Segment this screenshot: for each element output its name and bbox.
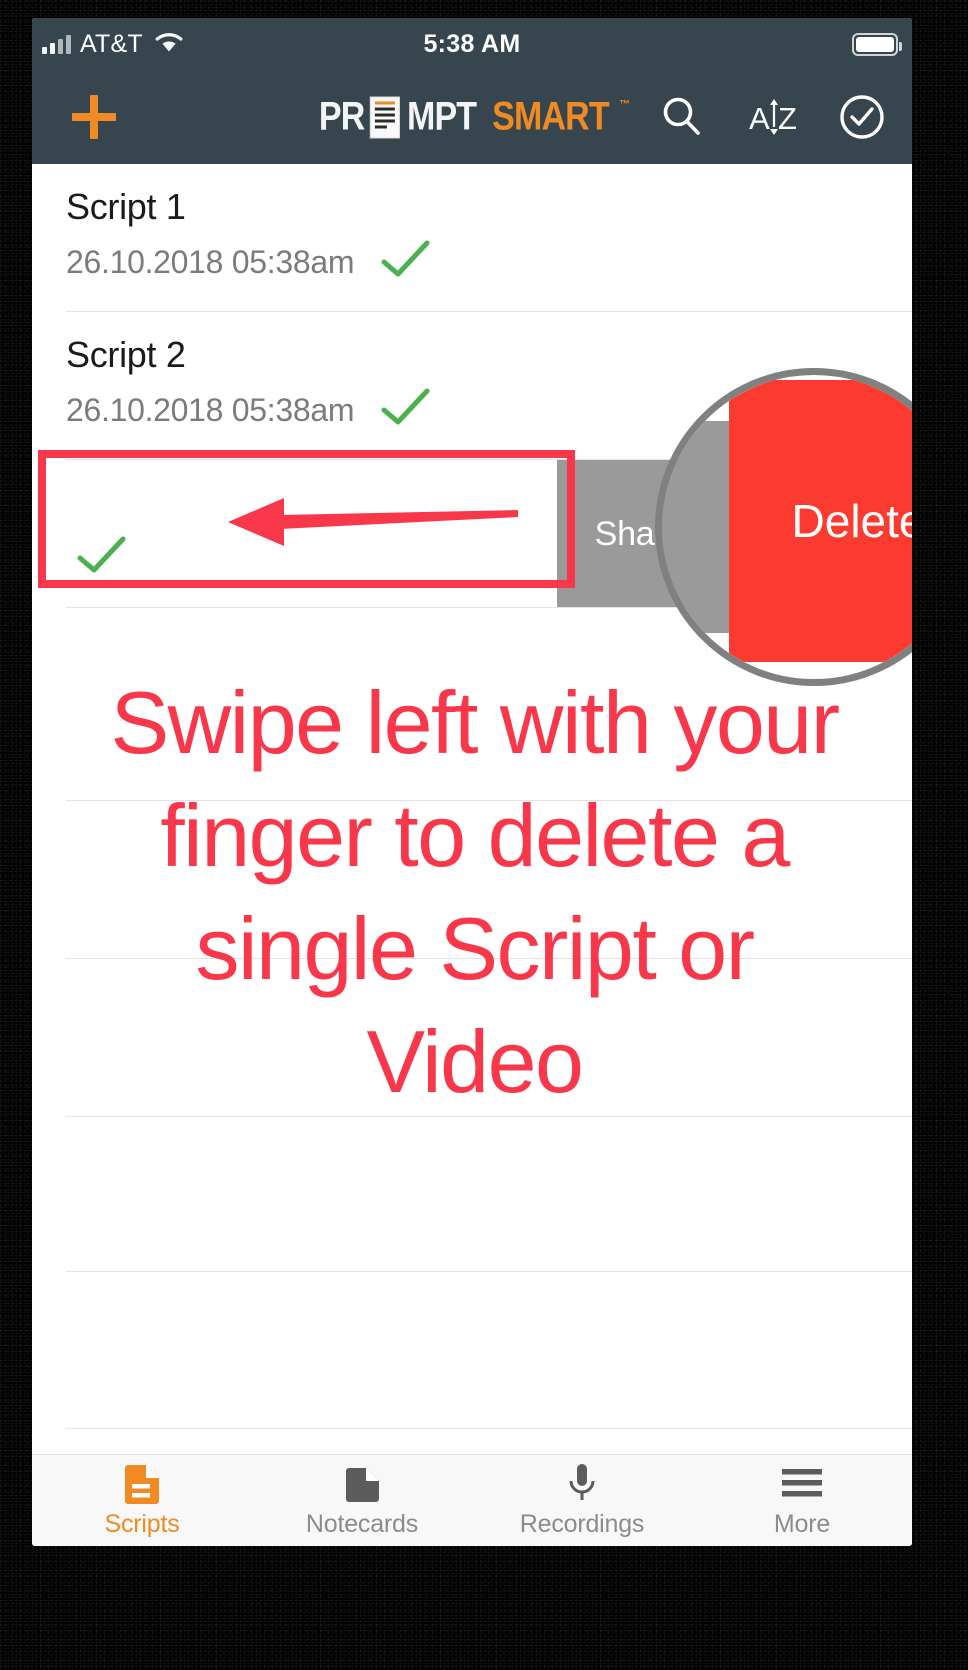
script-date: 26.10.2018 05:38am xyxy=(66,244,355,280)
script-list: Script 1 26.10.2018 05:38am Script 2 26.… xyxy=(32,164,912,1454)
logo-text-smart: SMART xyxy=(492,94,609,139)
tab-label: Recordings xyxy=(519,1510,645,1538)
status-bar-right xyxy=(852,18,902,70)
microphone-icon xyxy=(562,1462,602,1504)
logo-text-mpt: MPT xyxy=(406,94,477,139)
nav-bar: PR MPT SMART ™ A Z xyxy=(32,70,912,164)
document-icon xyxy=(369,96,400,138)
app-logo: PR MPT SMART ™ xyxy=(315,94,630,140)
green-check-icon xyxy=(380,388,432,433)
sort-az-icon[interactable]: A Z xyxy=(748,93,797,141)
green-check-icon xyxy=(380,240,432,285)
nav-bar-actions: A Z xyxy=(658,93,886,141)
add-script-button[interactable] xyxy=(72,95,116,139)
row-separator xyxy=(66,1271,912,1272)
tab-scripts[interactable]: Scripts xyxy=(32,1455,252,1546)
status-bar-clock: 5:38 AM xyxy=(423,29,521,58)
notecard-icon xyxy=(342,1462,382,1504)
script-meta: 26.10.2018 05:38am xyxy=(66,388,878,433)
logo-text-pr: PR xyxy=(318,94,365,139)
tab-label: Scripts xyxy=(104,1510,180,1538)
tab-label: More xyxy=(773,1510,831,1538)
hamburger-menu-icon xyxy=(780,1462,824,1504)
share-button[interactable]: Share xyxy=(557,460,722,608)
tab-bar: Scripts Notecards Recordings More xyxy=(32,1454,912,1546)
tab-more[interactable]: More xyxy=(692,1455,912,1546)
check-circle-icon[interactable] xyxy=(838,93,886,141)
phone-screen: AT&T 5:38 AM PR MPT SMART ™ A Z Script 1… xyxy=(32,18,912,1546)
row-separator xyxy=(66,958,912,959)
row-separator xyxy=(66,800,912,801)
delete-button[interactable]: Delete xyxy=(722,460,912,608)
script-document-icon xyxy=(122,1462,162,1504)
row-separator xyxy=(66,1428,912,1429)
green-check-icon xyxy=(76,536,128,581)
script-title: Script 1 xyxy=(66,186,186,227)
script-title: Script 2 xyxy=(66,334,186,375)
row-separator xyxy=(66,1116,912,1117)
script-meta: 26.10.2018 05:38am xyxy=(66,240,878,285)
tab-label: Notecards xyxy=(305,1510,419,1538)
script-date: 26.10.2018 05:38am xyxy=(66,392,355,428)
search-icon[interactable] xyxy=(658,93,706,141)
row-separator xyxy=(66,607,912,608)
table-row[interactable]: Script 2 26.10.2018 05:38am xyxy=(32,312,912,460)
status-bar: AT&T 5:38 AM xyxy=(32,18,912,70)
table-row-swiped[interactable]: Share Delete xyxy=(32,460,912,608)
screenshot-root: AT&T 5:38 AM PR MPT SMART ™ A Z Script 1… xyxy=(0,0,968,1670)
logo-trademark: ™ xyxy=(619,98,630,111)
svg-text:Z: Z xyxy=(778,101,797,136)
tab-notecards[interactable]: Notecards xyxy=(252,1455,472,1546)
swipe-action-group: Share Delete xyxy=(557,460,912,608)
battery-full-icon xyxy=(852,32,902,56)
svg-text:A: A xyxy=(749,101,770,136)
tab-recordings[interactable]: Recordings xyxy=(472,1455,692,1546)
table-row[interactable]: Script 1 26.10.2018 05:38am xyxy=(32,164,912,312)
